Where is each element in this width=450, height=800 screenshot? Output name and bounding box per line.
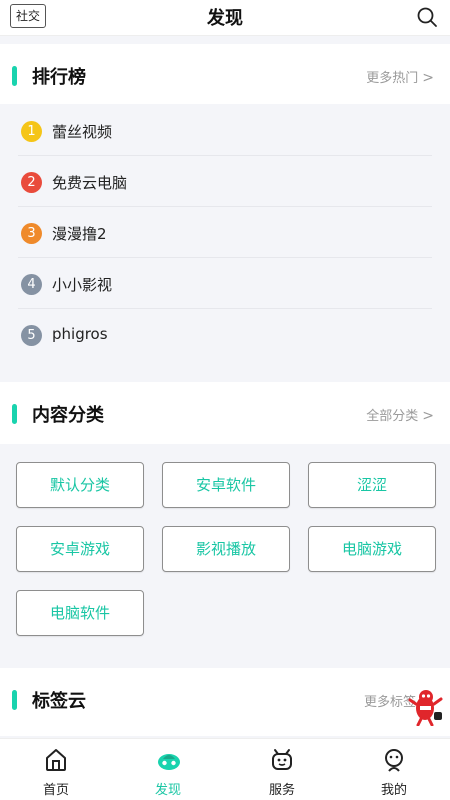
all-categories-label: 全部分类 [366,409,419,424]
tab-home-label: 首页 [42,783,69,798]
more-hot-label: 更多热门 [366,71,419,86]
app-name: 小小影视 [52,276,113,294]
ranking-header: 排行榜 更多热门 > [0,44,450,106]
tag-cloud-header: 标签云 更多标签 [0,668,450,736]
discover-icon [158,754,180,770]
category-button[interactable]: 电脑软件 [16,590,144,636]
tag-cloud-title: 标签云 [32,691,86,712]
ranking-list: 1 蕾丝视频 2 免费云电脑 3 漫漫撸2 4 小小影视 5 phigros [0,104,450,380]
tab-discover-label: 发现 [154,783,181,798]
rank-badge: 1 [21,121,42,142]
rank-badge: 3 [21,223,42,244]
category-button[interactable]: 涩涩 [308,462,436,508]
bottom-tab-bar: 首页 发现 服务 我的 [0,738,450,800]
mascot-icon[interactable] [408,686,444,726]
profile-icon [385,749,403,772]
app-name: 蕾丝视频 [52,123,113,141]
category-grid: 默认分类 安卓软件 涩涩 安卓游戏 影视播放 电脑游戏 电脑软件 [0,444,450,666]
top-bar: 社交 发现 [0,0,450,36]
app-name: phigros [52,325,108,343]
home-icon [46,749,66,771]
chevron-right-icon: > [422,70,434,86]
category-button[interactable]: 影视播放 [162,526,290,572]
service-icon [272,749,292,770]
tab-profile-label: 我的 [380,783,407,798]
all-categories-link[interactable]: 全部分类 > [366,405,434,424]
ranking-item[interactable]: 5 phigros [18,310,432,360]
category-button[interactable]: 电脑游戏 [308,526,436,572]
ranking-item[interactable]: 3 漫漫撸2 [18,208,432,258]
ranking-title: 排行榜 [32,67,86,88]
tab-discover[interactable]: 发现 [112,739,224,800]
tab-service-label: 服务 [268,783,295,798]
ranking-item[interactable]: 2 免费云电脑 [18,157,432,207]
section-accent-bar [12,690,17,710]
category-button[interactable]: 默认分类 [16,462,144,508]
rank-badge: 2 [21,172,42,193]
app-name: 漫漫撸2 [52,225,107,243]
app-name: 免费云电脑 [52,174,128,192]
section-accent-bar [12,66,17,86]
category-header: 内容分类 全部分类 > [0,382,450,444]
category-button[interactable]: 安卓软件 [162,462,290,508]
category-button[interactable]: 安卓游戏 [16,526,144,572]
tab-service[interactable]: 服务 [226,739,338,800]
tab-profile[interactable]: 我的 [338,739,450,800]
category-title: 内容分类 [32,405,104,426]
search-icon[interactable] [416,6,438,28]
more-hot-link[interactable]: 更多热门 > [366,67,434,86]
chevron-right-icon: > [422,408,434,424]
rank-badge: 5 [21,325,42,346]
rank-badge: 4 [21,274,42,295]
section-accent-bar [12,404,17,424]
ranking-item[interactable]: 1 蕾丝视频 [18,106,432,156]
page-title: 发现 [207,8,243,29]
tab-home[interactable]: 首页 [0,739,112,800]
ranking-item[interactable]: 4 小小影视 [18,259,432,309]
